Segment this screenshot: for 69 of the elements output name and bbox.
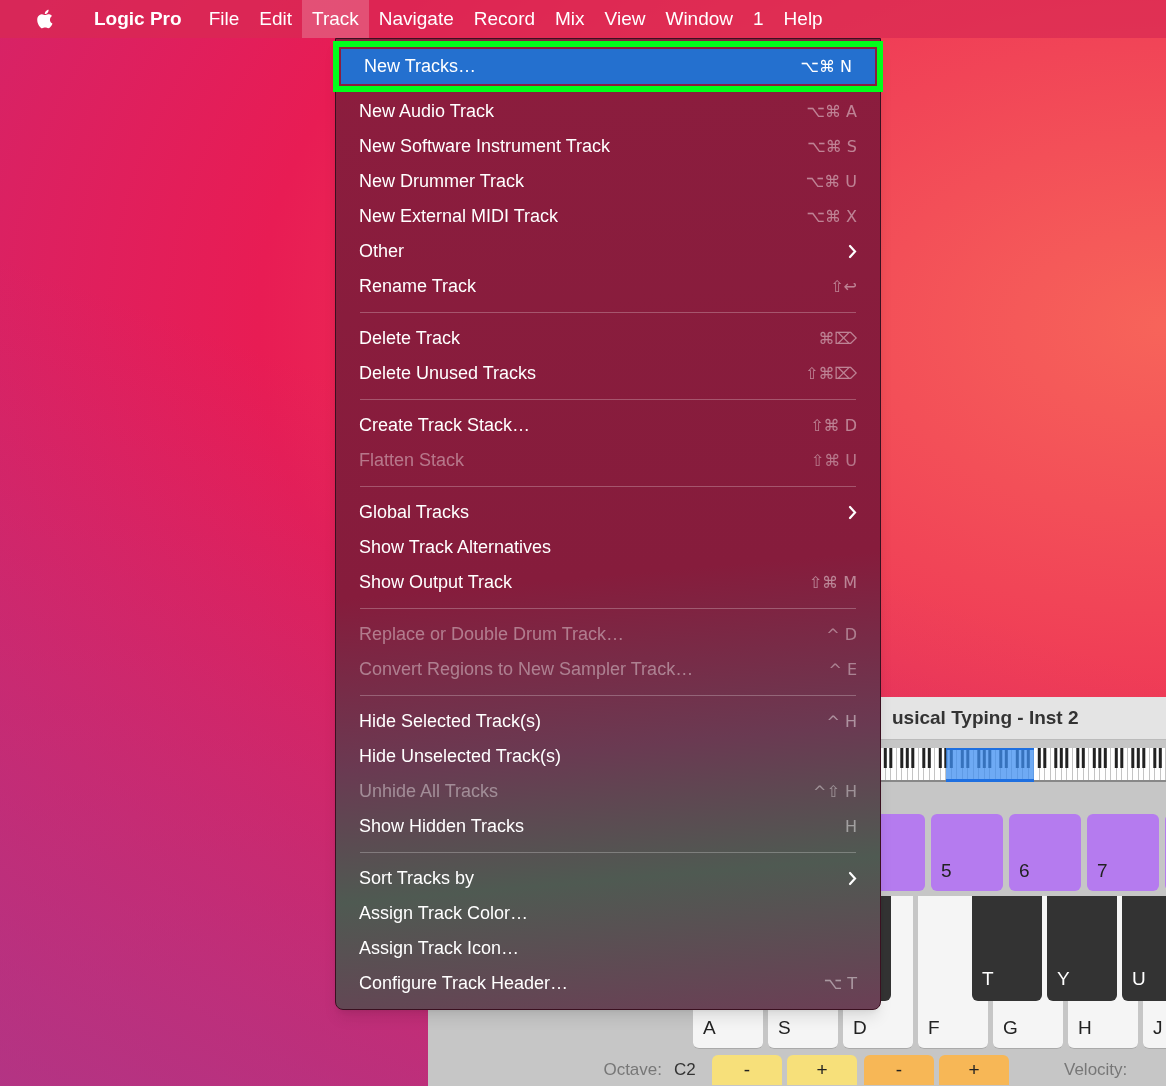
menu-title[interactable]: Navigate xyxy=(368,0,464,38)
piano-key[interactable]: H xyxy=(1068,1001,1138,1049)
shortcut-label: ^ D xyxy=(826,623,857,646)
menu-title[interactable]: Track xyxy=(302,0,369,38)
menu-item[interactable]: New Tracks… ⌥⌘ N xyxy=(341,49,875,84)
menu-item[interactable]: Show Hidden Tracks H xyxy=(336,809,880,844)
sharp-key[interactable]: Y xyxy=(1047,896,1117,1001)
menu-title[interactable]: Mix xyxy=(545,0,595,38)
shortcut-label: ^ E xyxy=(828,658,857,681)
octave-button[interactable]: - xyxy=(712,1055,782,1085)
pad-key[interactable]: 5 xyxy=(931,814,1003,891)
menu-item[interactable]: Create Track Stack… ⇧⌘ D xyxy=(336,408,880,443)
velocity-button[interactable]: + xyxy=(939,1055,1009,1085)
shortcut-label: ^ H xyxy=(826,710,857,733)
shortcut-label: ⌥⌘ X xyxy=(806,205,857,228)
menu-title[interactable]: 1 xyxy=(743,0,774,38)
shortcut-label: ⌥⌘ A xyxy=(806,100,857,123)
shortcut-label: ⇧⌘⌦ xyxy=(804,362,857,385)
octave-value: C2 xyxy=(674,1059,697,1082)
menu-item[interactable]: Show Track Alternatives xyxy=(336,530,880,565)
menu-item[interactable]: Assign Track Color… xyxy=(336,896,880,931)
menu-item[interactable]: Rename Track ⇧↩ xyxy=(336,269,880,304)
shortcut-label: ^⇧ H xyxy=(813,780,857,803)
menu-item[interactable]: Global Tracks xyxy=(336,495,880,530)
octave-button[interactable]: + xyxy=(787,1055,857,1085)
menu-item[interactable]: New Software Instrument Track ⌥⌘ S xyxy=(336,129,880,164)
shortcut-label: ⇧↩ xyxy=(830,275,857,298)
menu-item[interactable]: Assign Track Icon… xyxy=(336,931,880,966)
shortcut-label: ⌘⌦ xyxy=(818,327,857,350)
menu-title[interactable]: Window xyxy=(655,0,744,38)
menu-title[interactable]: Edit xyxy=(249,0,302,38)
menu-item[interactable]: Sort Tracks by xyxy=(336,861,880,896)
octave-label: Octave: xyxy=(602,1059,663,1082)
shortcut-label: ⌥⌘ S xyxy=(807,135,857,158)
pad-key[interactable]: 6 xyxy=(1009,814,1081,891)
shortcut-label: ⇧⌘ M xyxy=(808,571,857,594)
sharp-key[interactable]: U xyxy=(1122,896,1166,1001)
menu-title[interactable]: Help xyxy=(773,0,833,38)
velocity-button[interactable]: - xyxy=(864,1055,934,1085)
menu-item[interactable]: New External MIDI Track ⌥⌘ X xyxy=(336,199,880,234)
shortcut-label: ⇧⌘ D xyxy=(810,414,857,437)
piano-key[interactable]: G xyxy=(993,1001,1063,1049)
window-title: usical Typing - Inst 2 xyxy=(892,705,1079,730)
menu-title[interactable]: File xyxy=(198,0,250,38)
menu-item[interactable]: Hide Selected Track(s) ^ H xyxy=(336,704,880,739)
shortcut-label: ⌥ T xyxy=(823,972,857,995)
menu-item[interactable]: Show Output Track ⇧⌘ M xyxy=(336,565,880,600)
shortcut-label: H xyxy=(844,815,857,838)
menu-item[interactable]: New Audio Track ⌥⌘ A xyxy=(336,94,880,129)
menu-item[interactable]: Delete Track ⌘⌦ xyxy=(336,321,880,356)
menu-title[interactable]: View xyxy=(594,0,656,38)
pad-key[interactable]: 7 xyxy=(1087,814,1159,891)
menu-item[interactable]: Hide Unselected Track(s) xyxy=(336,739,880,774)
menu-item[interactable]: Other xyxy=(336,234,880,269)
piano-key[interactable]: D xyxy=(843,1001,913,1049)
shortcut-label: ⌥⌘ N xyxy=(800,55,852,78)
piano-key[interactable]: J xyxy=(1143,1001,1166,1049)
velocity-label: Velocity: xyxy=(1064,1059,1128,1082)
menu-title[interactable]: Record xyxy=(463,0,546,38)
piano-range-drawing[interactable] xyxy=(880,748,1166,782)
shortcut-label: ⌥⌘ U xyxy=(805,170,857,193)
app-menu[interactable]: Logic Pro xyxy=(90,4,186,34)
shortcut-label: ⇧⌘ U xyxy=(810,449,857,472)
sharp-key[interactable]: T xyxy=(972,896,1042,1001)
apple-logo-icon[interactable] xyxy=(34,8,54,30)
piano-key[interactable]: F xyxy=(918,1001,988,1049)
menu-item[interactable]: Delete Unused Tracks ⇧⌘⌦ xyxy=(336,356,880,391)
menu-item[interactable]: New Drummer Track ⌥⌘ U xyxy=(336,164,880,199)
menu-item[interactable]: Configure Track Header… ⌥ T xyxy=(336,966,880,1001)
